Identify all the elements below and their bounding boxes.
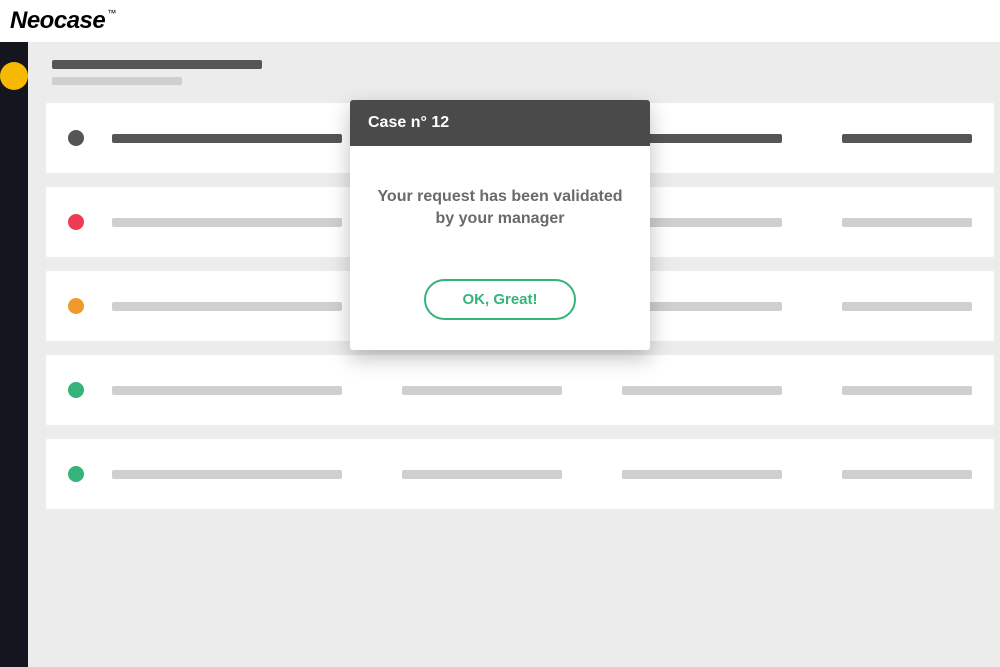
cell-placeholder	[402, 470, 562, 479]
cell-placeholder	[842, 134, 972, 143]
cell-placeholder	[842, 218, 972, 227]
cell-placeholder	[622, 470, 782, 479]
modal-body: Your request has been validated by your …	[350, 146, 650, 350]
cell-placeholder	[112, 134, 342, 143]
brand-logo: Neocase	[10, 7, 114, 35]
page-header	[46, 60, 994, 85]
status-dot-icon	[68, 466, 84, 482]
status-dot-icon	[68, 130, 84, 146]
cell-placeholder	[112, 386, 342, 395]
cell-placeholder	[842, 386, 972, 395]
cell-placeholder	[112, 302, 342, 311]
row-columns	[112, 470, 972, 479]
cell-placeholder	[402, 386, 562, 395]
list-item[interactable]	[46, 355, 994, 425]
top-bar: Neocase	[0, 0, 1000, 42]
cell-placeholder	[112, 470, 342, 479]
modal-confirm-button[interactable]: OK, Great!	[424, 279, 575, 320]
cell-placeholder	[842, 470, 972, 479]
row-columns	[112, 386, 972, 395]
sidebar	[0, 42, 28, 667]
modal-message: Your request has been validated by your …	[374, 186, 626, 231]
modal-title: Case n° 12	[350, 100, 650, 146]
case-modal: Case n° 12 Your request has been validat…	[350, 100, 650, 350]
sidebar-active-indicator[interactable]	[0, 62, 28, 90]
cell-placeholder	[842, 302, 972, 311]
page-subtitle-placeholder	[52, 77, 182, 85]
cell-placeholder	[622, 386, 782, 395]
cell-placeholder	[112, 218, 342, 227]
page-title-placeholder	[52, 60, 262, 69]
list-item[interactable]	[46, 439, 994, 509]
status-dot-icon	[68, 214, 84, 230]
status-dot-icon	[68, 382, 84, 398]
status-dot-icon	[68, 298, 84, 314]
